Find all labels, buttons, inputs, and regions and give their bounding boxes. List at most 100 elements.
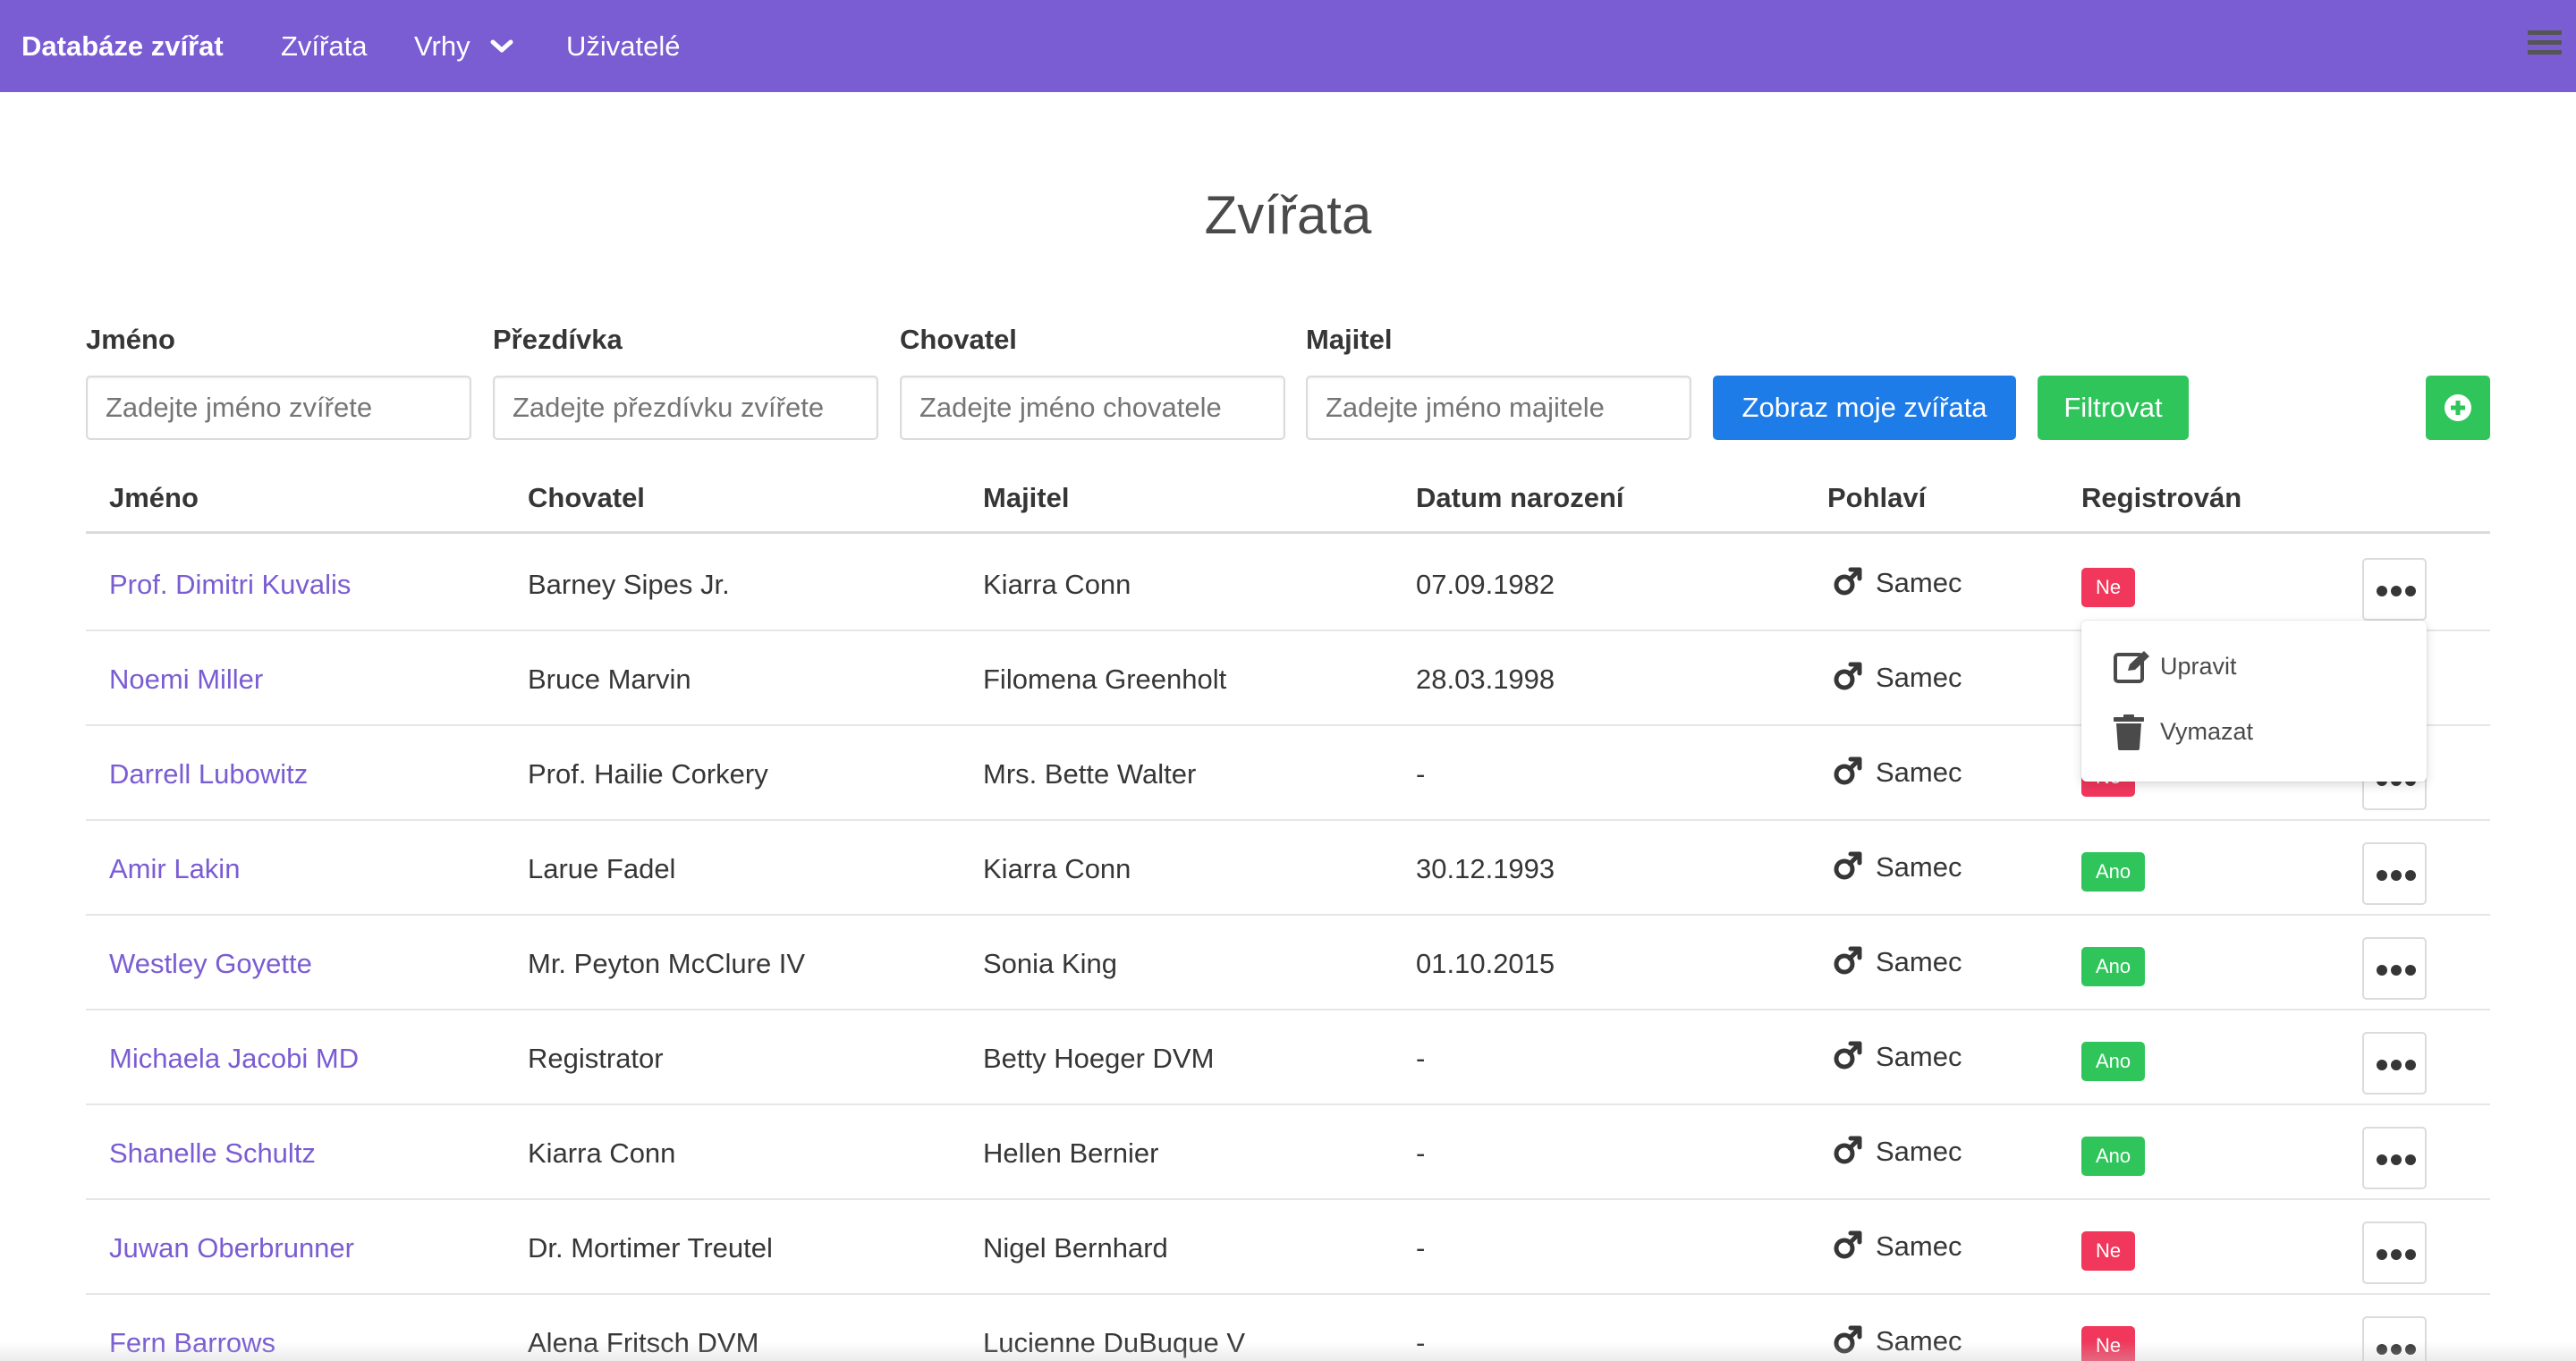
sex-cell: Samec bbox=[1833, 851, 1962, 884]
male-icon bbox=[1833, 946, 1876, 977]
registered-badge: Ano bbox=[2081, 852, 2146, 892]
birth-date-cell: 28.03.1998 bbox=[1416, 664, 1555, 695]
male-icon bbox=[1833, 1041, 1876, 1072]
animal-name-link[interactable]: Noemi Miller bbox=[109, 664, 263, 696]
column-header-name: Jméno bbox=[109, 482, 199, 513]
nav-item-zvirata[interactable]: Zvířata bbox=[281, 0, 367, 92]
table-header: Jméno Chovatel Majitel Datum narození Po… bbox=[86, 469, 2490, 534]
owner-cell: Hellen Bernier bbox=[983, 1137, 1159, 1169]
sex-cell: Samec bbox=[1833, 662, 1962, 695]
table-row: Westley Goyette Mr. Peyton McClure IV Soni… bbox=[86, 916, 2490, 1010]
nav-item-vrhy-label: Vrhy bbox=[414, 30, 470, 62]
filter-breeder-input[interactable] bbox=[900, 376, 1285, 440]
animal-name-link[interactable]: Michaela Jacobi MD bbox=[109, 1043, 359, 1075]
plus-circle-icon bbox=[2445, 394, 2471, 421]
male-icon bbox=[1833, 757, 1876, 788]
sex-label: Samec bbox=[1876, 851, 1962, 883]
birth-date-cell: - bbox=[1416, 1137, 1426, 1169]
delete-menu-item[interactable]: Vymazat bbox=[2114, 709, 2253, 754]
breeder-cell: Larue Fadel bbox=[528, 853, 676, 884]
row-actions-button[interactable] bbox=[2362, 937, 2427, 1000]
bottom-edge-shadow bbox=[0, 1341, 2576, 1361]
add-animal-button[interactable] bbox=[2426, 376, 2490, 440]
sex-cell: Samec bbox=[1833, 1136, 1962, 1169]
breeder-cell: Registrator bbox=[528, 1043, 664, 1074]
animal-name-link[interactable]: Amir Lakin bbox=[109, 853, 240, 885]
birth-date-cell: 07.09.1982 bbox=[1416, 569, 1555, 600]
page-title: Zvířata bbox=[1204, 185, 1372, 245]
table-row: Amir Lakin Larue Fadel Kiarra Conn 30.12.19… bbox=[86, 821, 2490, 916]
ellipsis-icon bbox=[2377, 870, 2416, 881]
hamburger-menu-icon[interactable] bbox=[2528, 30, 2562, 59]
edit-label: Upravit bbox=[2160, 653, 2237, 680]
nav-brand[interactable]: Databáze zvířat bbox=[21, 0, 224, 92]
birth-date-cell: - bbox=[1416, 758, 1426, 790]
column-header-registered: Registrován bbox=[2081, 482, 2242, 513]
sex-label: Samec bbox=[1876, 757, 1962, 788]
registered-badge: Ne bbox=[2081, 1231, 2136, 1271]
birth-date-cell: 01.10.2015 bbox=[1416, 948, 1555, 979]
breeder-cell: Dr. Mortimer Treutel bbox=[528, 1232, 773, 1264]
registered-badge: Ano bbox=[2081, 1137, 2146, 1176]
male-icon bbox=[1833, 567, 1876, 598]
animal-name-link[interactable]: Prof. Dimitri Kuvalis bbox=[109, 569, 351, 601]
column-header-birth-date: Datum narození bbox=[1416, 482, 1624, 513]
row-actions-button[interactable] bbox=[2362, 842, 2427, 905]
trash-icon bbox=[2114, 714, 2144, 750]
birth-date-cell: 30.12.1993 bbox=[1416, 853, 1555, 884]
navbar: Databáze zvířat Zvířata Vrhy Uživatelé bbox=[0, 0, 2576, 92]
breeder-cell: Barney Sipes Jr. bbox=[528, 569, 730, 600]
filter-breeder-label: Chovatel bbox=[900, 324, 1017, 355]
row-actions-dropdown: Upravit Vymazat bbox=[2081, 621, 2427, 782]
breeder-cell: Kiarra Conn bbox=[528, 1137, 676, 1169]
male-icon bbox=[1833, 851, 1876, 883]
ellipsis-icon bbox=[2377, 1154, 2416, 1165]
filter-owner-input[interactable] bbox=[1306, 376, 1691, 440]
animal-name-link[interactable]: Westley Goyette bbox=[109, 948, 312, 980]
filter-owner-label: Majitel bbox=[1306, 324, 1393, 355]
ellipsis-icon bbox=[2377, 1249, 2416, 1260]
sex-cell: Samec bbox=[1833, 567, 1962, 600]
column-header-sex: Pohlaví bbox=[1827, 482, 1927, 513]
column-header-owner: Majitel bbox=[983, 482, 1070, 513]
owner-cell: Nigel Bernhard bbox=[983, 1232, 1168, 1264]
sex-cell: Samec bbox=[1833, 1041, 1962, 1074]
sex-label: Samec bbox=[1876, 1136, 1962, 1167]
sex-label: Samec bbox=[1876, 567, 1962, 598]
row-actions-button[interactable] bbox=[2362, 558, 2427, 621]
row-actions-button[interactable] bbox=[2362, 1127, 2427, 1189]
birth-date-cell: - bbox=[1416, 1043, 1426, 1074]
owner-cell: Kiarra Conn bbox=[983, 853, 1131, 884]
registered-badge: Ne bbox=[2081, 568, 2136, 607]
animal-name-link[interactable]: Darrell Lubowitz bbox=[109, 758, 308, 790]
sex-label: Samec bbox=[1876, 1041, 1962, 1072]
birth-date-cell: - bbox=[1416, 1232, 1426, 1264]
row-actions-button[interactable] bbox=[2362, 1032, 2427, 1095]
owner-cell: Filomena Greenholt bbox=[983, 664, 1227, 695]
sex-cell: Samec bbox=[1833, 757, 1962, 790]
owner-cell: Kiarra Conn bbox=[983, 569, 1131, 600]
animal-name-link[interactable]: Shanelle Schultz bbox=[109, 1137, 316, 1170]
nav-item-uzivatele[interactable]: Uživatelé bbox=[566, 0, 681, 92]
nav-item-vrhy[interactable]: Vrhy bbox=[414, 0, 513, 92]
animal-name-link[interactable]: Juwan Oberbrunner bbox=[109, 1232, 354, 1264]
sex-label: Samec bbox=[1876, 1230, 1962, 1262]
ellipsis-icon bbox=[2377, 1060, 2416, 1070]
breeder-cell: Mr. Peyton McClure IV bbox=[528, 948, 806, 979]
table-row: Shanelle Schultz Kiarra Conn Hellen Bernie… bbox=[86, 1105, 2490, 1200]
ellipsis-icon bbox=[2377, 965, 2416, 976]
sex-label: Samec bbox=[1876, 946, 1962, 977]
male-icon bbox=[1833, 1230, 1876, 1262]
filter-nickname-label: Přezdívka bbox=[493, 324, 623, 355]
sex-cell: Samec bbox=[1833, 1230, 1962, 1264]
column-header-breeder: Chovatel bbox=[528, 482, 645, 513]
filter-nickname-input[interactable] bbox=[493, 376, 878, 440]
edit-menu-item[interactable]: Upravit bbox=[2114, 644, 2237, 689]
delete-label: Vymazat bbox=[2160, 718, 2254, 745]
show-my-animals-button[interactable]: Zobraz moje zvířata bbox=[1713, 376, 2016, 440]
filter-name-input[interactable] bbox=[86, 376, 471, 440]
row-actions-button[interactable] bbox=[2362, 1222, 2427, 1284]
registered-badge: Ano bbox=[2081, 947, 2146, 986]
filter-name-label: Jméno bbox=[86, 324, 175, 355]
filter-button[interactable]: Filtrovat bbox=[2038, 376, 2189, 440]
